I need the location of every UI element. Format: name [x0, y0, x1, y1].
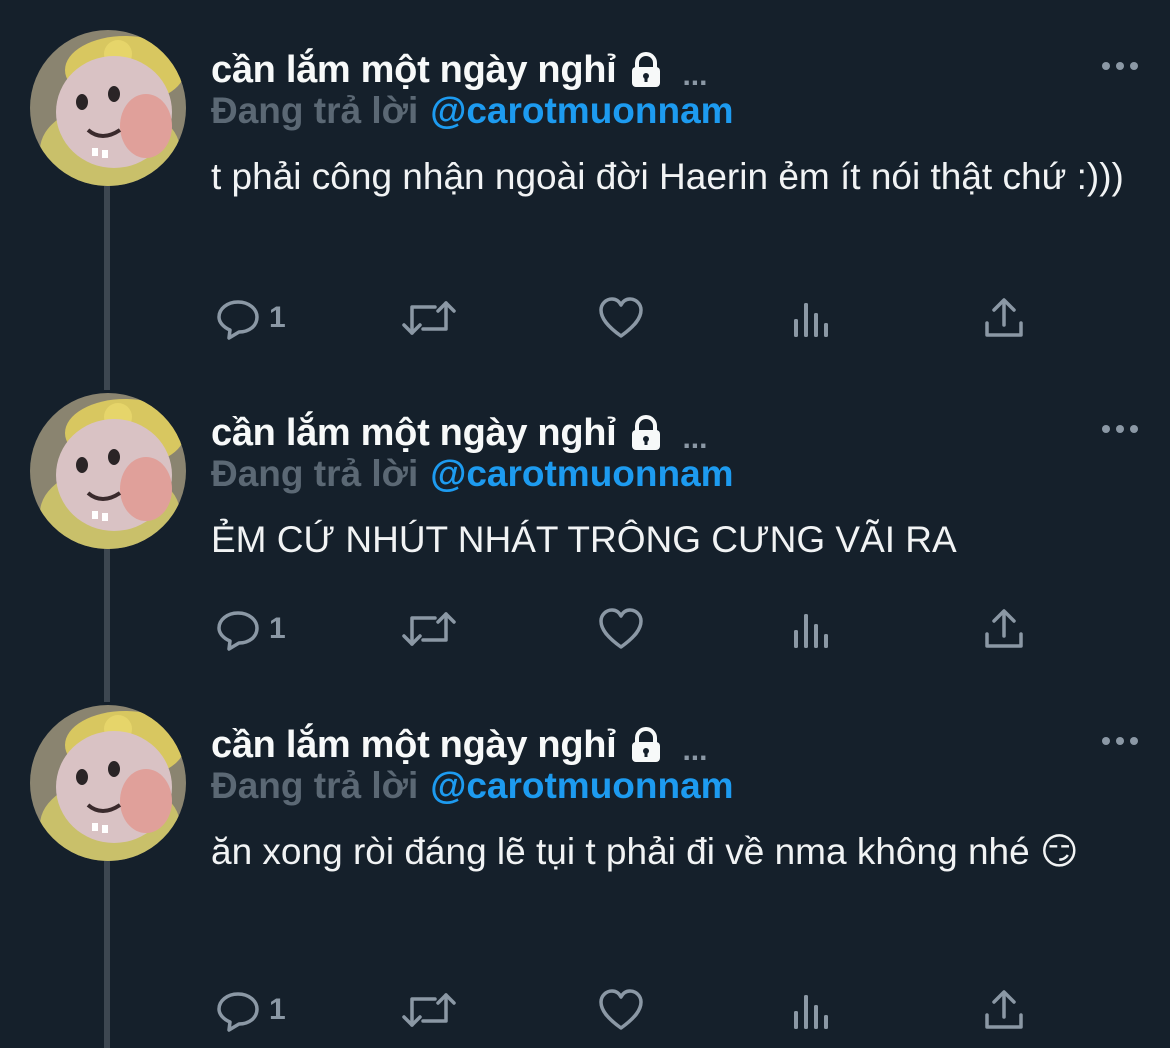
reply-icon	[217, 992, 259, 1032]
avatar[interactable]	[30, 30, 186, 186]
more-options-icon[interactable]	[1100, 419, 1140, 439]
reply-count: 1	[269, 993, 286, 1026]
share-icon	[985, 609, 1023, 648]
replying-to-label: Đang trả lời	[211, 90, 419, 131]
lock-icon	[626, 413, 666, 453]
reply-icon	[217, 611, 259, 651]
views-icon	[794, 995, 828, 1029]
retweet-icon	[402, 612, 456, 646]
like-button[interactable]	[597, 985, 645, 1035]
tweet[interactable]: cần lắm một ngày nghỉ ... Đang trả lời @c…	[0, 705, 1170, 1048]
tweet-text: ăn xong ròi đáng lẽ tụi t phải đi về nma…	[211, 831, 1079, 872]
author-name[interactable]: cần lắm một ngày nghỉ	[211, 724, 617, 767]
reply-icon	[217, 300, 259, 340]
reply-button[interactable]: 1	[215, 985, 286, 1035]
share-button[interactable]	[983, 293, 1025, 343]
avatar[interactable]	[30, 705, 186, 861]
tweet-actions: 1	[211, 985, 1031, 1035]
truncation-ellipsis: ...	[682, 59, 708, 92]
views-icon	[794, 303, 828, 337]
truncation-ellipsis: ...	[682, 422, 708, 455]
like-button[interactable]	[597, 293, 645, 343]
share-button[interactable]	[983, 985, 1025, 1035]
reply-handle-link[interactable]: @carotmuonnam	[430, 90, 733, 131]
author-name[interactable]: cần lắm một ngày nghỉ	[211, 49, 617, 92]
reply-button[interactable]: 1	[215, 604, 286, 654]
replying-to: Đang trả lời @carotmuonnam	[211, 453, 734, 505]
views-button[interactable]	[791, 985, 833, 1035]
tweet-actions: 1	[211, 604, 1031, 654]
like-icon	[599, 608, 643, 649]
views-button[interactable]	[791, 604, 833, 654]
tweet[interactable]: cần lắm một ngày nghỉ ... Đang trả lời @c…	[0, 30, 1170, 370]
lock-icon	[626, 50, 666, 90]
retweet-button[interactable]	[401, 293, 457, 343]
avatar[interactable]	[30, 393, 186, 549]
retweet-button[interactable]	[401, 985, 457, 1035]
like-icon	[599, 989, 643, 1030]
tweet-text: t phải công nhận ngoài đời Haerin ẻm ít …	[211, 156, 1124, 197]
share-icon	[985, 298, 1023, 337]
reply-thread: cần lắm một ngày nghỉ ... Đang trả lời @c…	[0, 0, 1170, 1048]
share-button[interactable]	[983, 604, 1025, 654]
views-icon	[794, 614, 828, 648]
reply-handle-link[interactable]: @carotmuonnam	[430, 765, 733, 806]
reply-button[interactable]: 1	[215, 293, 286, 343]
like-button[interactable]	[597, 604, 645, 654]
more-options-icon[interactable]	[1100, 731, 1140, 751]
reply-count: 1	[269, 301, 286, 334]
share-icon	[985, 990, 1023, 1029]
retweet-icon	[402, 993, 456, 1027]
reply-handle-link[interactable]: @carotmuonnam	[430, 453, 733, 494]
views-button[interactable]	[791, 293, 833, 343]
reply-count: 1	[269, 612, 286, 645]
replying-to: Đang trả lời @carotmuonnam	[211, 90, 734, 142]
tweet-text: ẺM CỨ NHÚT NHÁT TRÔNG CƯNG VÃI RA	[211, 519, 957, 560]
lock-icon	[626, 725, 666, 765]
retweet-icon	[402, 301, 456, 335]
tweet-actions: 1	[211, 293, 1031, 343]
replying-to: Đang trả lời @carotmuonnam	[211, 765, 734, 817]
replying-to-label: Đang trả lời	[211, 453, 419, 494]
like-icon	[599, 297, 643, 338]
retweet-button[interactable]	[401, 604, 457, 654]
truncation-ellipsis: ...	[682, 734, 708, 767]
author-name[interactable]: cần lắm một ngày nghỉ	[211, 412, 617, 455]
tweet[interactable]: cần lắm một ngày nghỉ ... Đang trả lời @c…	[0, 393, 1170, 683]
more-options-icon[interactable]	[1100, 56, 1140, 76]
replying-to-label: Đang trả lời	[211, 765, 419, 806]
